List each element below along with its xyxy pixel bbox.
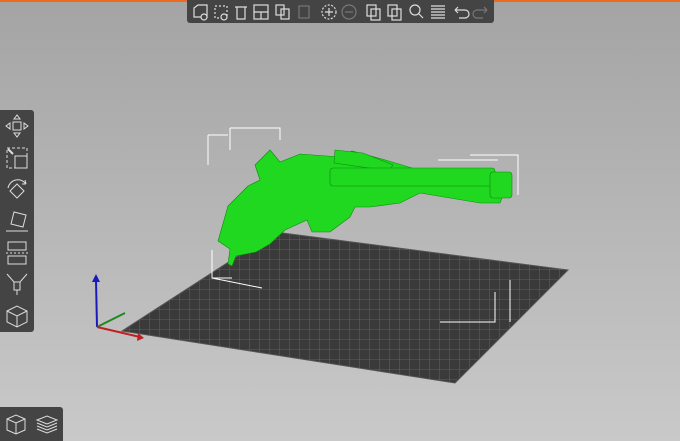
cut-icon[interactable] xyxy=(4,240,30,266)
print-bed xyxy=(120,231,570,384)
rotate-icon[interactable] xyxy=(4,176,30,202)
layers-icon[interactable] xyxy=(430,4,445,19)
left-toolbar xyxy=(0,110,34,332)
remove-instance-icon[interactable] xyxy=(340,3,357,20)
split-parts-icon[interactable] xyxy=(386,3,402,21)
view-toggle xyxy=(0,407,63,441)
add-icon[interactable] xyxy=(192,3,208,21)
support-paint-icon[interactable] xyxy=(4,271,30,297)
undo-icon[interactable] xyxy=(454,6,470,19)
hollow-icon[interactable] xyxy=(4,303,30,329)
3d-scene[interactable] xyxy=(0,0,680,441)
move-icon[interactable] xyxy=(4,113,30,139)
preview-icon[interactable] xyxy=(35,412,59,436)
add-instance-icon[interactable] xyxy=(320,3,337,20)
search-icon[interactable] xyxy=(408,3,423,18)
copy-icon[interactable] xyxy=(274,3,290,20)
scale-icon[interactable] xyxy=(4,145,30,171)
delete-all-icon[interactable] xyxy=(234,5,247,20)
split-objects-icon[interactable] xyxy=(365,3,381,21)
delete-icon[interactable] xyxy=(213,4,228,21)
paste-icon[interactable] xyxy=(297,4,310,19)
arrange-icon[interactable] xyxy=(252,3,269,20)
redo-icon[interactable] xyxy=(471,6,487,19)
place-on-face-icon[interactable] xyxy=(4,208,30,234)
top-toolbar xyxy=(187,0,494,23)
3d-view-icon[interactable] xyxy=(4,412,28,436)
